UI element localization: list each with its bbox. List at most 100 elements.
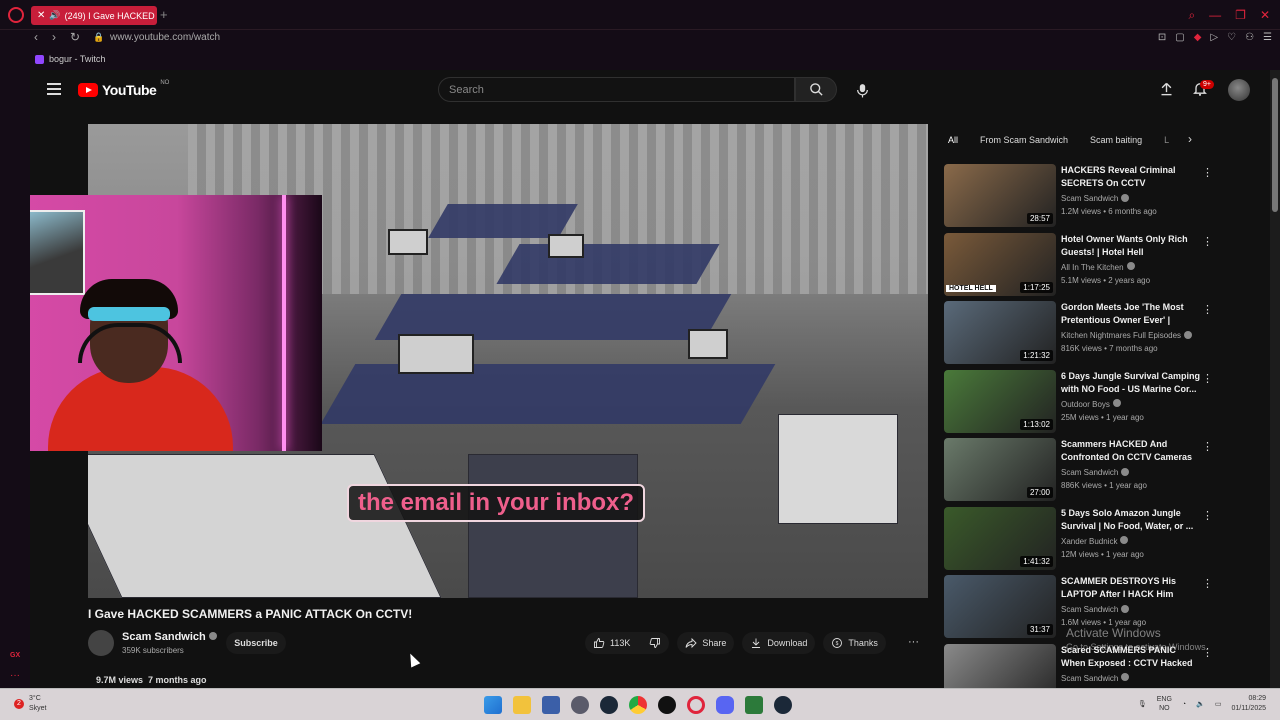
recommendation-channel[interactable]: Outdoor Boys: [1061, 400, 1110, 409]
reload-icon[interactable]: ↻: [70, 30, 80, 44]
create-button[interactable]: [1159, 81, 1174, 102]
recommendation-channel[interactable]: Scam Sandwich: [1061, 468, 1118, 477]
more-options-icon[interactable]: ⋮: [1202, 166, 1213, 179]
wifi-icon[interactable]: ◔: [1182, 701, 1186, 708]
volume-icon[interactable]: 🔈: [1196, 700, 1205, 708]
recommendation-thumbnail[interactable]: 1:13:02: [944, 369, 1056, 433]
subscribe-button[interactable]: Subscribe: [226, 632, 286, 654]
battery-icon[interactable]: ▭: [1215, 700, 1222, 708]
recommendation-channel-row[interactable]: Outdoor Boys: [1061, 399, 1121, 409]
recommendation-title[interactable]: HACKERS Reveal Criminal SECRETS On CCTV: [1061, 164, 1201, 190]
vpn-shield-icon[interactable]: ◆: [1194, 32, 1202, 43]
discord-icon[interactable]: [716, 696, 734, 714]
minimize-icon[interactable]: —: [1209, 8, 1221, 23]
speaker-icon[interactable]: 🔊: [49, 10, 60, 21]
back-icon[interactable]: ‹: [34, 30, 38, 44]
recommendation-title[interactable]: Gordon Meets Joe 'The Most Pretentious O…: [1061, 301, 1201, 327]
guide-menu-icon[interactable]: [47, 83, 61, 95]
android-icon[interactable]: [745, 696, 763, 714]
chip-scam-baiting[interactable]: Scam baiting: [1086, 132, 1146, 148]
recommendation-channel-row[interactable]: Scam Sandwich: [1061, 673, 1130, 683]
new-tab-button[interactable]: +: [160, 7, 168, 22]
more-options-icon[interactable]: ⋮: [1202, 577, 1213, 590]
capcut-icon[interactable]: [658, 696, 676, 714]
url-field[interactable]: www.youtube.com/watch: [110, 32, 220, 43]
bookmark-icon[interactable]: ⊡: [1158, 32, 1166, 43]
clock[interactable]: 08:29 01/11/2025: [1231, 694, 1266, 714]
recommendation-channel[interactable]: Scam Sandwich: [1061, 605, 1118, 614]
recommendation-title[interactable]: 6 Days Jungle Survival Camping with NO F…: [1061, 370, 1201, 396]
recommendation-item[interactable]: 28:57 HACKERS Reveal Criminal SECRETS On …: [944, 164, 1224, 228]
account-avatar[interactable]: [1228, 79, 1250, 101]
channel-name-row[interactable]: Scam Sandwich: [122, 631, 217, 643]
more-options-icon[interactable]: ⋮: [1202, 303, 1213, 316]
thanks-button[interactable]: $ Thanks: [823, 632, 886, 654]
chevron-right-icon[interactable]: ›: [1188, 132, 1192, 146]
recommendation-channel-row[interactable]: Scam Sandwich: [1061, 193, 1130, 203]
steam-icon[interactable]: [600, 696, 618, 714]
recommendation-item[interactable]: 27:00 Scammers HACKED And Confronted On C…: [944, 438, 1224, 502]
recommendation-channel-row[interactable]: All In The Kitchen: [1061, 262, 1135, 272]
chrome-icon[interactable]: [629, 696, 647, 714]
recommendation-channel[interactable]: Scam Sandwich: [1061, 674, 1118, 683]
recommendation-item[interactable]: HOTEL HELL 1:17:25 Hotel Owner Wants Only …: [944, 232, 1224, 297]
more-icon[interactable]: ···: [10, 670, 20, 681]
recommendation-item[interactable]: 1:13:02 6 Days Jungle Survival Camping wi…: [944, 369, 1224, 434]
recommendation-channel-row[interactable]: Xander Budnick: [1061, 536, 1129, 546]
like-button[interactable]: 113K: [593, 637, 630, 649]
recommendation-title[interactable]: Hotel Owner Wants Only Rich Guests! | Ho…: [1061, 233, 1201, 259]
voice-search-button[interactable]: [850, 78, 874, 102]
recommendation-title[interactable]: Scammers HACKED And Confronted On CCTV C…: [1061, 438, 1201, 464]
maximize-icon[interactable]: ❐: [1235, 8, 1246, 23]
language-indicator[interactable]: ENG NO: [1157, 695, 1172, 713]
heart-icon[interactable]: ♡: [1227, 32, 1236, 43]
bookmark-twitch[interactable]: bogur - Twitch: [35, 54, 105, 64]
microphone-tray-icon[interactable]: 🎙: [1138, 700, 1147, 708]
browser-tab[interactable]: ✕ 🔊 (249) I Gave HACKED: [31, 6, 157, 25]
calculator-icon[interactable]: [542, 696, 560, 714]
close-tab-icon[interactable]: ✕: [37, 10, 45, 21]
profile-icon[interactable]: ⚇: [1245, 32, 1254, 43]
scrollbar[interactable]: [1270, 70, 1280, 688]
recommendation-thumbnail[interactable]: 1:21:32: [944, 301, 1056, 364]
chip-partial[interactable]: L: [1160, 132, 1173, 148]
share-button[interactable]: Share: [677, 632, 735, 654]
chip-all[interactable]: All: [944, 132, 962, 148]
snapshot-icon[interactable]: ▢: [1175, 32, 1184, 43]
recommendation-channel-row[interactable]: Scam Sandwich: [1061, 604, 1130, 614]
search-input[interactable]: Search: [438, 77, 795, 102]
more-options-icon[interactable]: ⋮: [1202, 440, 1213, 453]
player-icon[interactable]: ▷: [1210, 32, 1218, 43]
recommendation-channel[interactable]: Kitchen Nightmares Full Episodes: [1061, 331, 1181, 340]
recommendation-thumbnail[interactable]: 31:37: [944, 575, 1056, 638]
weather-widget[interactable]: 2 3°C Skyet: [14, 694, 47, 714]
opera-gx-icon[interactable]: [687, 696, 705, 714]
recommendation-thumbnail[interactable]: 27:00: [944, 438, 1056, 501]
scrollbar-thumb[interactable]: [1272, 78, 1278, 212]
close-window-icon[interactable]: ✕: [1260, 8, 1270, 23]
search-tabs-icon[interactable]: ⌕: [1188, 8, 1195, 23]
recommendation-title[interactable]: 5 Days Solo Amazon Jungle Survival | No …: [1061, 507, 1201, 533]
dislike-button[interactable]: [649, 637, 661, 649]
channel-avatar[interactable]: [88, 630, 114, 656]
app-icon[interactable]: [571, 696, 589, 714]
windows-start-icon[interactable]: [484, 696, 502, 714]
file-explorer-icon[interactable]: [513, 696, 531, 714]
more-actions-icon[interactable]: ···: [908, 636, 919, 648]
youtube-logo[interactable]: YouTube NO: [78, 80, 169, 98]
lock-icon[interactable]: 🔒: [93, 32, 104, 43]
recommendation-thumbnail[interactable]: HOTEL HELL 1:17:25: [944, 232, 1056, 296]
recommendation-channel[interactable]: All In The Kitchen: [1061, 263, 1124, 272]
forward-icon[interactable]: ›: [52, 30, 56, 44]
more-options-icon[interactable]: ⋮: [1202, 235, 1213, 248]
opera-logo-icon[interactable]: [8, 7, 24, 23]
recommendation-thumbnail[interactable]: 1:41:32: [944, 506, 1056, 570]
recommendation-channel[interactable]: Scam Sandwich: [1061, 194, 1118, 203]
recommendation-channel-row[interactable]: Scam Sandwich: [1061, 467, 1130, 477]
download-button[interactable]: Download: [742, 632, 816, 654]
search-button[interactable]: [795, 77, 837, 102]
gx-control-label[interactable]: GX: [10, 652, 20, 659]
recommendation-channel-row[interactable]: Kitchen Nightmares Full Episodes: [1061, 330, 1193, 340]
chip-from-channel[interactable]: From Scam Sandwich: [976, 132, 1072, 148]
recommendation-thumbnail[interactable]: [944, 643, 1056, 688]
